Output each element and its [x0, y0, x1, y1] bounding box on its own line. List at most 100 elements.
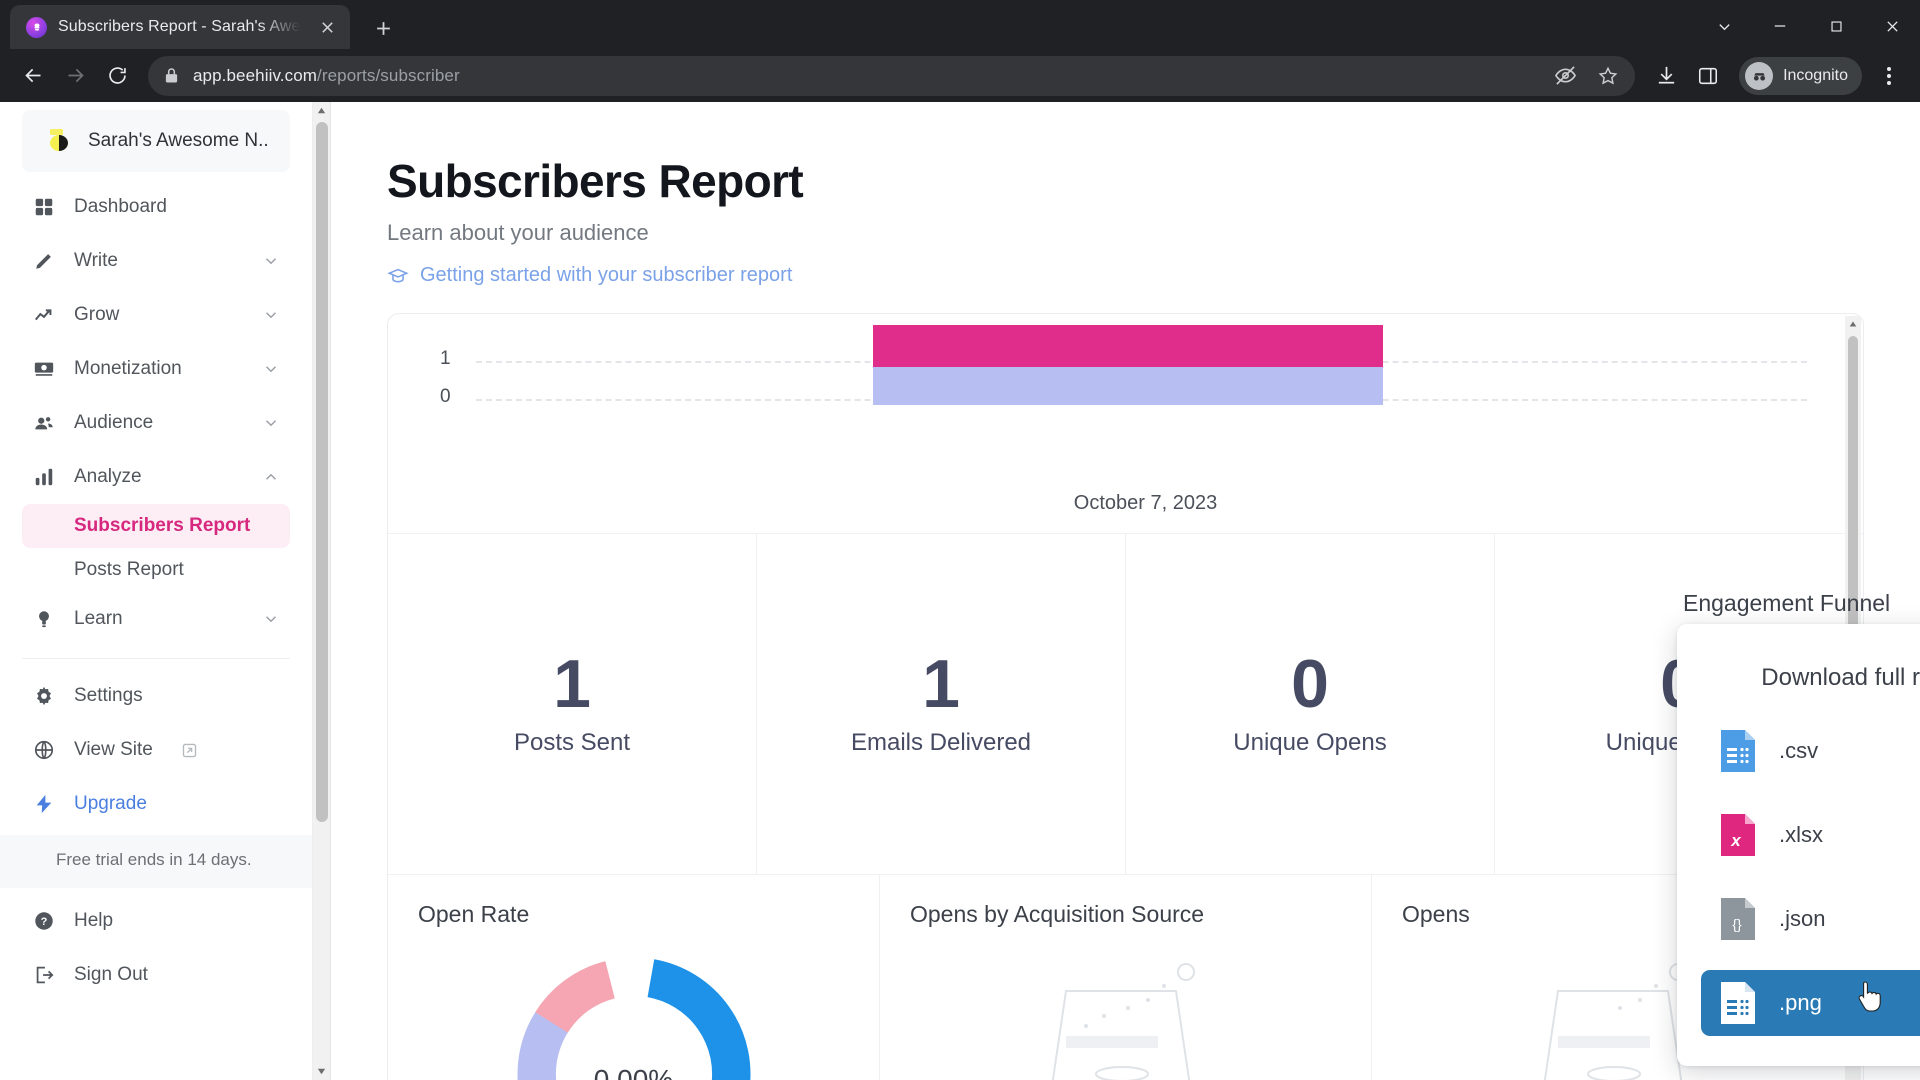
sidebar-item-learn[interactable]: Learn [22, 592, 290, 646]
kpi-value: 1 [922, 646, 960, 723]
sidebar-item-upgrade[interactable]: Upgrade [22, 777, 290, 831]
minimize-icon[interactable] [1752, 0, 1808, 52]
graduation-cap-icon [387, 265, 409, 287]
download-xlsx-option[interactable]: x .xlsx [1701, 802, 1920, 868]
reload-icon[interactable] [98, 57, 136, 95]
bolt-icon [32, 792, 56, 816]
back-arrow-icon[interactable] [14, 57, 52, 95]
sidebar-item-label: Learn [74, 608, 123, 630]
sidebar-item-analyze[interactable]: Analyze [22, 450, 290, 504]
sidebar-item-view-site[interactable]: View Site [22, 723, 290, 777]
donut-chart [517, 957, 750, 1080]
forward-arrow-icon[interactable] [56, 57, 94, 95]
gear-icon [32, 684, 56, 708]
profile-chip[interactable]: Incognito [1739, 56, 1862, 95]
bar-stack[interactable] [873, 325, 1383, 406]
report-panel: 1 0 October 7, 2023 1 Posts Sent 1 Email… [387, 313, 1864, 1080]
sidebar-item-subscribers-report[interactable]: Subscribers Report [22, 504, 290, 549]
sidebar-item-grow[interactable]: Grow [22, 288, 290, 342]
pencil-icon [32, 249, 56, 273]
open-rate-donut: 0.00% [388, 946, 879, 1080]
workspace-switcher[interactable]: Sarah's Awesome N... [22, 110, 290, 173]
lower-cards-row: Open Rate 0.00% Opens by Acquisition Sou… [388, 874, 1863, 1080]
sidebar-item-label: Upgrade [74, 793, 147, 815]
sign-out-icon [32, 963, 56, 987]
money-icon [32, 357, 56, 381]
browser-toolbar: app.beehiiv.com/reports/subscriber Incog… [0, 49, 1920, 103]
sidebar-item-label: Write [74, 250, 118, 272]
lock-icon [164, 67, 179, 84]
sidebar-subitem-label: Subscribers Report [74, 515, 251, 537]
y-axis-tick: 1 [440, 348, 451, 370]
sidebar-nav: Dashboard Write Grow Monetization Audien… [0, 172, 312, 831]
chevron-down-icon [262, 610, 280, 628]
card-title: Opens by Acquisition Source [910, 901, 1205, 928]
download-icon[interactable] [1647, 57, 1685, 95]
close-icon[interactable] [314, 14, 340, 40]
maximize-icon[interactable] [1808, 0, 1864, 52]
chart-plot-area: 1 0 [418, 325, 1833, 468]
chevron-down-icon [262, 414, 280, 432]
sidebar-item-audience[interactable]: Audience [22, 396, 290, 450]
chevron-down-icon [262, 360, 280, 378]
globe-icon [32, 738, 56, 762]
sidebar-item-label: Monetization [74, 358, 182, 380]
new-tab-button[interactable] [366, 11, 400, 45]
getting-started-label: Getting started with your subscriber rep… [420, 264, 793, 287]
empty-state-illustration [880, 956, 1371, 1080]
eye-off-icon[interactable] [1554, 64, 1577, 87]
external-link-icon [181, 742, 198, 759]
sidebar-item-label: Dashboard [74, 196, 167, 218]
getting-started-link[interactable]: Getting started with your subscriber rep… [387, 264, 1880, 287]
svg-text:?: ? [41, 916, 48, 928]
scroll-up-arrow-icon[interactable] [313, 102, 330, 119]
download-option-label: .json [1779, 906, 1826, 932]
sidebar-item-write[interactable]: Write [22, 234, 290, 288]
x-axis-tick: October 7, 2023 [1073, 492, 1218, 515]
open-rate-card: Open Rate 0.00% [388, 875, 880, 1080]
download-png-option[interactable]: .png [1701, 970, 1920, 1037]
lightbulb-icon [32, 607, 56, 631]
close-window-icon[interactable] [1864, 0, 1920, 52]
sidebar-item-label: Sign Out [74, 964, 148, 986]
download-option-label: .png [1779, 990, 1822, 1016]
y-axis-tick: 0 [440, 386, 451, 408]
address-bar[interactable]: app.beehiiv.com/reports/subscriber [148, 55, 1636, 96]
scroll-down-arrow-icon[interactable] [313, 1063, 330, 1080]
subscribers-bar-chart: 1 0 October 7, 2023 [388, 314, 1863, 533]
page-scrollbar[interactable] [313, 102, 331, 1080]
open-rate-value: 0.00% [593, 1064, 674, 1080]
browser-tab[interactable]: Subscribers Report - Sarah's Awe [10, 5, 350, 50]
url-path: /reports/subscriber [317, 65, 460, 85]
kpi-row: 1 Posts Sent 1 Emails Delivered 0 Unique… [388, 533, 1863, 875]
sidebar-item-monetization[interactable]: Monetization [22, 342, 290, 396]
beehiiv-favicon [26, 16, 47, 38]
xlsx-file-icon: x [1719, 812, 1757, 858]
side-panel-icon[interactable] [1689, 57, 1727, 95]
sidebar-item-settings[interactable]: Settings [22, 669, 290, 723]
page-viewport: Sarah's Awesome N... Dashboard Write Gro… [0, 102, 1920, 1080]
kpi-label: Posts Sent [513, 729, 631, 757]
minimize-to-tray-icon[interactable] [1696, 0, 1752, 52]
engagement-funnel-header: Engagement Funnel [1683, 590, 1920, 617]
png-file-icon [1719, 980, 1757, 1026]
download-json-option[interactable]: {} .json [1701, 886, 1920, 952]
profile-label: Incognito [1783, 66, 1848, 84]
sidebar-item-sign-out[interactable]: Sign Out [22, 948, 290, 1002]
sidebar-item-help[interactable]: ? Help [22, 894, 290, 948]
workspace-name: Sarah's Awesome N... [88, 130, 268, 152]
card-title: Open Rate [418, 901, 530, 928]
page-subtitle: Learn about your audience [387, 220, 649, 246]
trend-up-icon [32, 303, 56, 327]
download-csv-option[interactable]: .csv [1701, 718, 1920, 784]
sidebar-item-posts-report[interactable]: Posts Report [22, 548, 290, 592]
sidebar-item-dashboard[interactable]: Dashboard [22, 180, 290, 234]
scrollbar-thumb[interactable] [316, 122, 328, 823]
bar-segment-bottom [873, 367, 1383, 406]
browser-menu-icon[interactable] [1872, 57, 1906, 95]
trial-notice: Free trial ends in 14 days. [0, 835, 312, 889]
kpi-value: 1 [553, 646, 591, 723]
page-title: Subscribers Report [387, 155, 804, 208]
bookmark-star-icon[interactable] [1597, 65, 1619, 87]
bar-segment-top [873, 325, 1383, 368]
